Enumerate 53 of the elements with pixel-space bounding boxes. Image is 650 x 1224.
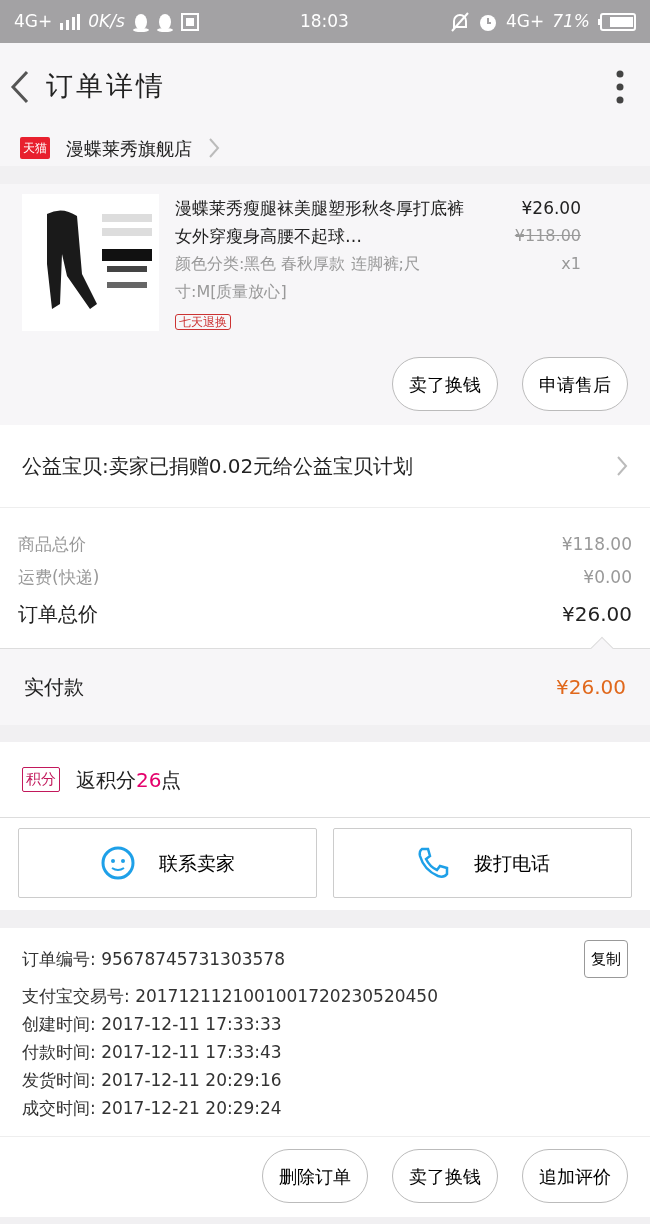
summary-label: 订单总价 bbox=[18, 601, 98, 628]
quantity-label: x1 bbox=[560, 253, 581, 275]
paid-amount: ¥26.00 bbox=[556, 674, 626, 701]
back-button[interactable] bbox=[10, 69, 30, 104]
summary-value: ¥26.00 bbox=[562, 601, 632, 628]
paid-label: 实付款 bbox=[24, 674, 84, 701]
summary-value: ¥0.00 bbox=[583, 565, 632, 589]
chevron-icon bbox=[616, 455, 628, 477]
donation-text: 公益宝贝:卖家已捐赠0.02元给公益宝贝计划 bbox=[22, 453, 414, 480]
donation-row[interactable]: 公益宝贝:卖家已捐赠0.02元给公益宝贝计划 bbox=[0, 425, 650, 508]
more-icon bbox=[616, 69, 624, 104]
summary-value: ¥118.00 bbox=[561, 532, 632, 556]
contact-button[interactable]: 联系卖家 bbox=[18, 828, 317, 898]
product-price: ¥26.00 bbox=[520, 197, 581, 220]
order-number: 订单编号: 95678745731303578 bbox=[22, 948, 285, 971]
chevron-icon bbox=[208, 137, 220, 159]
points-badge: 积分 bbox=[22, 767, 60, 792]
summary-label: 商品总价 bbox=[18, 532, 86, 556]
time-label: 18:03 bbox=[298, 9, 350, 33]
info-line: 付款时间: 2017-12-11 17:33:43 bbox=[22, 1041, 283, 1064]
copy-button[interactable]: 复制 bbox=[584, 940, 628, 978]
product-title: 漫蝶莱秀瘦腿袜美腿塑形秋冬厚打底裤女外穿瘦身高腰不起球… bbox=[175, 197, 465, 248]
order-action-button[interactable]: 卖了换钱 bbox=[392, 1149, 498, 1203]
order-action-button[interactable]: 删除订单 bbox=[262, 1149, 368, 1203]
battery-icon bbox=[598, 12, 636, 31]
signal-icon bbox=[60, 13, 81, 30]
shop-link[interactable]: 天猫 漫蝶莱秀旗舰店 bbox=[0, 130, 650, 166]
info-line: 成交时间: 2017-12-21 20:29:24 bbox=[22, 1097, 283, 1120]
info-line: 支付宝交易号: 2017121121001001720230520450 bbox=[22, 985, 439, 1008]
network-label: 4G+ bbox=[505, 9, 545, 33]
info-line: 创建时间: 2017-12-11 17:33:33 bbox=[22, 1013, 283, 1036]
info-line: 发货时间: 2017-12-11 20:29:16 bbox=[22, 1069, 283, 1092]
original-price: ¥118.00 bbox=[513, 225, 581, 247]
product-variant: 颜色分类:黑色 春秋厚款 连脚裤;尺寸:M[质量放心] bbox=[175, 253, 421, 303]
action-button[interactable]: 申请售后 bbox=[522, 357, 628, 411]
contact-button[interactable]: 拨打电话 bbox=[333, 828, 632, 898]
shop-name: 漫蝶莱秀旗舰店 bbox=[66, 136, 192, 161]
battery-label: 71% bbox=[552, 9, 590, 33]
more-button[interactable] bbox=[616, 69, 624, 104]
page-title: 订单详情 bbox=[46, 69, 167, 104]
muted-bell-icon bbox=[449, 11, 470, 32]
action-button[interactable]: 卖了换钱 bbox=[392, 357, 498, 411]
points-text: 返积分26点 bbox=[76, 766, 182, 794]
chat-icon bbox=[100, 846, 135, 880]
summary-label: 运费(快递) bbox=[18, 565, 100, 589]
network-label: 4G+ bbox=[14, 9, 53, 33]
back-icon bbox=[10, 69, 30, 104]
return-tag: 七天退换 bbox=[175, 314, 231, 330]
phone-icon bbox=[415, 846, 450, 880]
app-icon bbox=[180, 12, 199, 31]
store-badge: 天猫 bbox=[20, 137, 50, 159]
order-action-button[interactable]: 追加评价 bbox=[522, 1149, 628, 1203]
speed-label: 0K/s bbox=[88, 9, 125, 33]
